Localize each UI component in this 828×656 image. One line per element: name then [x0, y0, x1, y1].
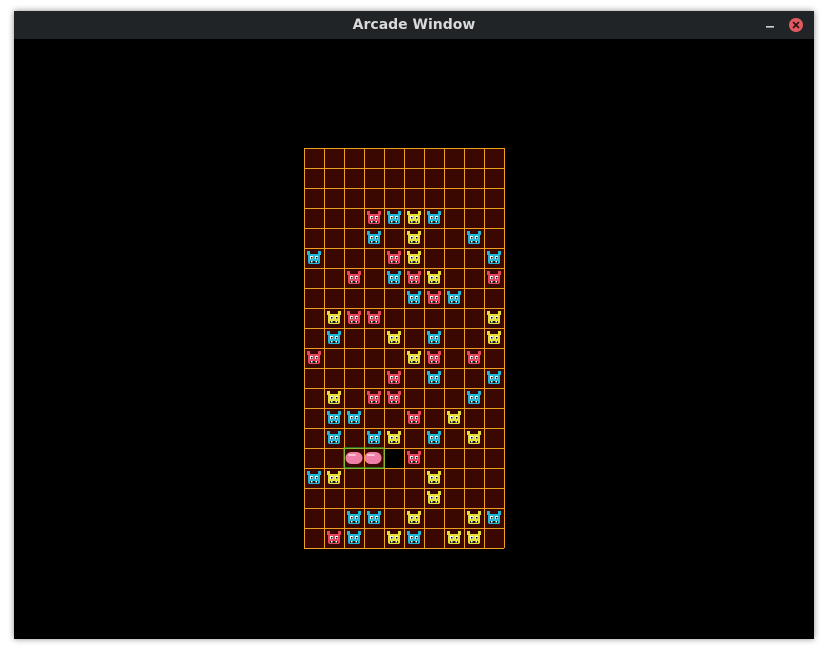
arcade-window: Arcade Window [14, 11, 814, 639]
window-title: Arcade Window [352, 17, 476, 33]
close-icon[interactable] [789, 18, 803, 32]
capsule-half-left [345, 452, 363, 464]
minimize-icon[interactable] [762, 17, 778, 33]
capsule-half-right [364, 452, 382, 464]
title-bar[interactable]: Arcade Window [14, 11, 814, 39]
empty-cell [385, 449, 404, 468]
grid-lines [304, 148, 505, 549]
game-canvas[interactable] [14, 39, 814, 639]
game-board[interactable] [14, 39, 814, 639]
